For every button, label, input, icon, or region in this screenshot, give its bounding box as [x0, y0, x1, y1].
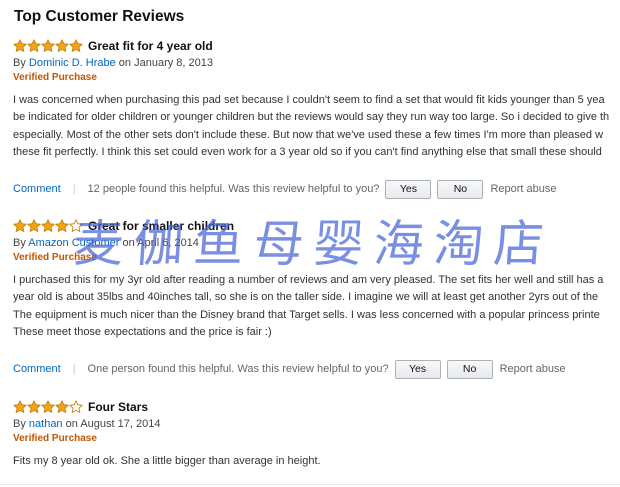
- review-body-line: these fit perfectly. I think this set co…: [13, 145, 602, 158]
- no-button[interactable]: No: [437, 179, 484, 199]
- review-title-row: Four Stars: [13, 399, 620, 415]
- star-filled-icon: [55, 39, 69, 52]
- comment-link[interactable]: Comment: [13, 363, 61, 375]
- review-item: Great for smaller children By Amazon Cus…: [13, 218, 620, 341]
- review-body-line: These meet those expectations and the pr…: [13, 325, 272, 338]
- review-actions: Comment | 12 people found this helpful. …: [13, 179, 556, 199]
- review-body-line: Fits my 8 year old ok. She a little bigg…: [13, 455, 321, 467]
- by-prefix: By: [13, 237, 26, 249]
- review-body: I was concerned when purchasing this pad…: [13, 92, 620, 161]
- star-filled-icon: [55, 219, 69, 232]
- no-button[interactable]: No: [446, 359, 493, 379]
- star-filled-icon: [41, 219, 55, 232]
- review-body-line: year old is about 35lbs and 40inches tal…: [13, 291, 599, 304]
- verified-purchase-badge: Verified Purchase: [13, 252, 97, 263]
- star-filled-icon: [27, 219, 41, 232]
- helpful-text: One person found this helpful. Was this …: [87, 363, 389, 375]
- review-body-line: The equipment is much nicer than the Dis…: [13, 308, 600, 321]
- review-title-row: Great fit for 4 year old: [13, 38, 620, 54]
- helpful-text: 12 people found this helpful. Was this r…: [87, 183, 380, 195]
- comment-link[interactable]: Comment: [13, 183, 61, 195]
- yes-button[interactable]: Yes: [385, 179, 432, 199]
- report-abuse-link[interactable]: Report abuse: [500, 363, 566, 375]
- divider: |: [72, 363, 76, 375]
- author-link[interactable]: nathan: [29, 418, 63, 430]
- date-prefix: on: [122, 237, 135, 249]
- star-filled-icon: [13, 400, 27, 413]
- review-byline: By Dominic D. Hrabe on January 8, 2013: [13, 56, 620, 71]
- review-body: I purchased this for my 3yr old after re…: [13, 272, 620, 341]
- review-date: January 8, 2013: [134, 57, 213, 69]
- review-byline: By Amazon Customer on April 6, 2014: [13, 236, 620, 251]
- review-date: April 6, 2014: [137, 237, 199, 249]
- star-filled-icon: [13, 219, 27, 232]
- star-empty-icon: [69, 400, 83, 413]
- star-rating[interactable]: [13, 39, 83, 53]
- star-rating[interactable]: [13, 219, 83, 233]
- review-item: Four Stars By nathan on August 17, 2014 …: [13, 399, 620, 470]
- verified-purchase-badge: Verified Purchase: [13, 433, 97, 444]
- review-title-row: Great for smaller children: [13, 218, 620, 234]
- verified-purchase-badge: Verified Purchase: [13, 72, 97, 83]
- review-body-line: I purchased this for my 3yr old after re…: [13, 274, 604, 286]
- review-title[interactable]: Four Stars: [88, 400, 148, 414]
- review-title[interactable]: Great for smaller children: [88, 219, 234, 233]
- reviews-page: Top Customer Reviews Great fit for 4 yea…: [0, 0, 620, 487]
- star-filled-icon: [41, 400, 55, 413]
- star-filled-icon: [69, 39, 83, 52]
- star-filled-icon: [27, 39, 41, 52]
- star-filled-icon: [13, 39, 27, 52]
- review-body-line: I was concerned when purchasing this pad…: [13, 94, 605, 106]
- author-link[interactable]: Dominic D. Hrabe: [29, 57, 116, 69]
- divider: |: [72, 183, 76, 195]
- review-body-line: be indicated for older children or young…: [13, 111, 610, 124]
- review-body: Fits my 8 year old ok. She a little bigg…: [13, 453, 620, 470]
- by-prefix: By: [13, 57, 26, 69]
- review-byline: By nathan on August 17, 2014: [13, 417, 620, 432]
- yes-button[interactable]: Yes: [394, 359, 441, 379]
- review-actions: Comment | One person found this helpful.…: [13, 359, 566, 379]
- star-filled-icon: [41, 39, 55, 52]
- date-prefix: on: [118, 57, 132, 69]
- review-title[interactable]: Great fit for 4 year old: [88, 39, 213, 53]
- review-item: Great fit for 4 year old By Dominic D. H…: [13, 38, 620, 161]
- review-body-line: especially. Most of the other sets don't…: [13, 128, 604, 141]
- divider: [0, 484, 620, 485]
- date-prefix: on: [65, 418, 78, 430]
- report-abuse-link[interactable]: Report abuse: [490, 183, 556, 195]
- star-rating[interactable]: [13, 400, 83, 414]
- review-date: August 17, 2014: [80, 418, 161, 430]
- star-filled-icon: [55, 400, 69, 413]
- by-prefix: By: [13, 418, 26, 430]
- section-title: Top Customer Reviews: [14, 8, 185, 25]
- star-filled-icon: [27, 400, 41, 413]
- author-link[interactable]: Amazon Customer: [28, 237, 119, 249]
- star-empty-icon: [69, 219, 83, 232]
